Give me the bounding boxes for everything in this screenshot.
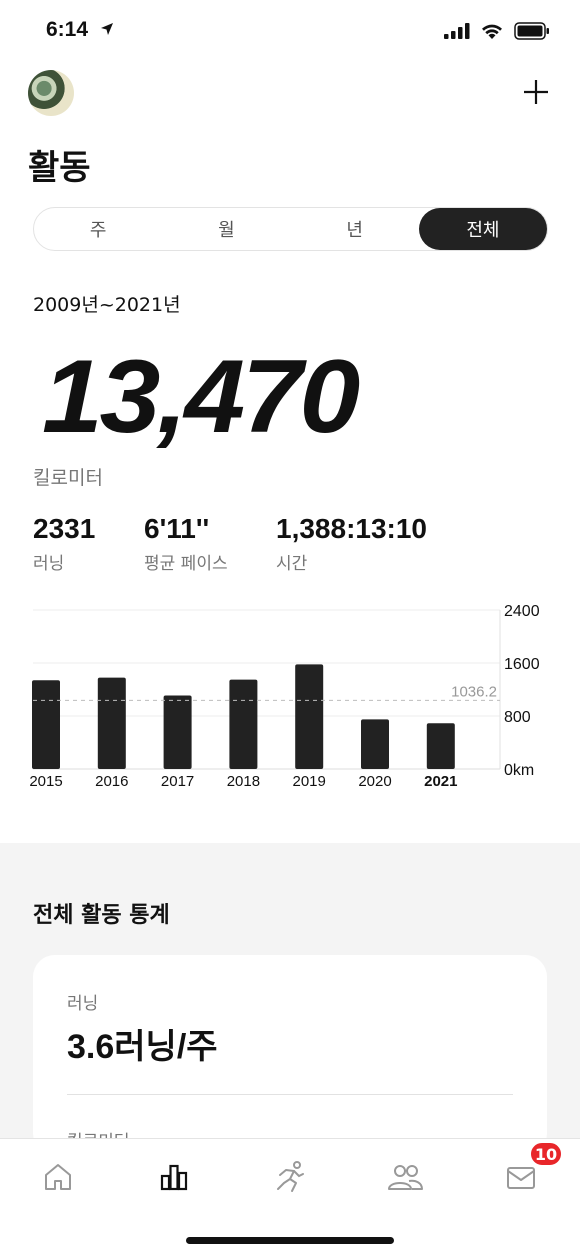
home-icon <box>45 1164 71 1190</box>
y-tick-label: 800 <box>504 709 531 726</box>
x-tick-label: 2019 <box>293 773 326 790</box>
x-tick-label: 2017 <box>161 773 194 790</box>
chart-bar <box>163 695 192 769</box>
tab-activity[interactable] <box>154 1157 194 1197</box>
page-title: 활동 <box>28 148 91 188</box>
distance-unit: 킬로미터 <box>33 467 103 489</box>
tab-all[interactable]: 전체 <box>418 208 547 250</box>
y-tick-label: 0km <box>504 762 534 779</box>
home-indicator <box>186 1237 394 1244</box>
stat-time: 1,388:13:10 시간 <box>276 513 427 574</box>
chart-bar <box>426 723 455 769</box>
tab-club[interactable] <box>385 1157 425 1197</box>
x-tick-label: 2021 <box>424 773 457 790</box>
status-indicators <box>444 22 550 40</box>
chart-bar <box>32 680 60 769</box>
stat-runs-label: 러닝 <box>33 554 65 574</box>
tab-week[interactable]: 주 <box>34 208 162 250</box>
x-tick-label: 2018 <box>227 773 260 790</box>
x-tick-label: 2015 <box>29 773 62 790</box>
stat-time-value: 1,388:13:10 <box>276 513 428 544</box>
tab-inbox[interactable]: 10 <box>501 1141 563 1197</box>
y-tick-label: 2400 <box>504 603 540 620</box>
total-distance: 13,470 <box>42 339 360 455</box>
y-tick-label: 1600 <box>504 656 540 673</box>
status-bar: 6:14 <box>0 0 580 60</box>
header <box>0 68 580 118</box>
tab-month[interactable]: 월 <box>162 208 290 250</box>
chart-bar <box>229 679 258 769</box>
period-segmented-control: 주 월 년 전체 <box>33 207 548 251</box>
card-divider <box>67 1094 513 1095</box>
average-label: 1036.2 <box>451 683 497 700</box>
stat-pace-value: 6'11'' <box>144 513 210 544</box>
x-tick-label: 2016 <box>95 773 128 790</box>
x-tick-label: 2020 <box>358 773 391 790</box>
date-range: 2009년~2021년 <box>33 294 181 316</box>
card-label: 러닝 <box>67 994 99 1014</box>
stat-runs: 2331 러닝 <box>33 513 95 574</box>
stat-pace: 6'11'' 평균 페이스 <box>144 513 228 574</box>
stats-card: 러닝 3.6러닝/주 킬로미터 <box>33 955 547 1155</box>
avatar[interactable] <box>28 70 74 116</box>
chart-bar <box>97 677 126 769</box>
inbox-icon <box>507 1167 535 1189</box>
tab-run[interactable] <box>270 1157 310 1197</box>
card-value: 3.6러닝/주 <box>67 1028 218 1066</box>
tab-home[interactable] <box>38 1157 78 1197</box>
stat-time-label: 시간 <box>276 554 308 574</box>
chart-bar <box>361 719 389 769</box>
location-arrow-icon <box>101 23 113 35</box>
section-title: 전체 활동 통계 <box>33 903 170 928</box>
battery-icon <box>514 22 549 40</box>
chart-bar <box>295 664 324 769</box>
signal-icon <box>444 23 470 39</box>
run-icon <box>277 1161 304 1192</box>
wifi-icon <box>482 24 502 39</box>
club-icon <box>388 1165 423 1190</box>
stat-runs-value: 2331 <box>33 513 96 544</box>
tab-year[interactable]: 년 <box>291 208 419 250</box>
stat-pace-label: 평균 페이스 <box>144 554 228 574</box>
add-plus-icon[interactable] <box>522 78 550 106</box>
inbox-badge: 10 <box>529 1141 563 1167</box>
yearly-distance-chart[interactable]: 2400 1600 800 0km 2015 2016 2017 2018 2019 2020 20… <box>0 600 580 800</box>
status-time: 6:14 <box>46 18 89 41</box>
activity-chart-icon <box>160 1164 188 1191</box>
